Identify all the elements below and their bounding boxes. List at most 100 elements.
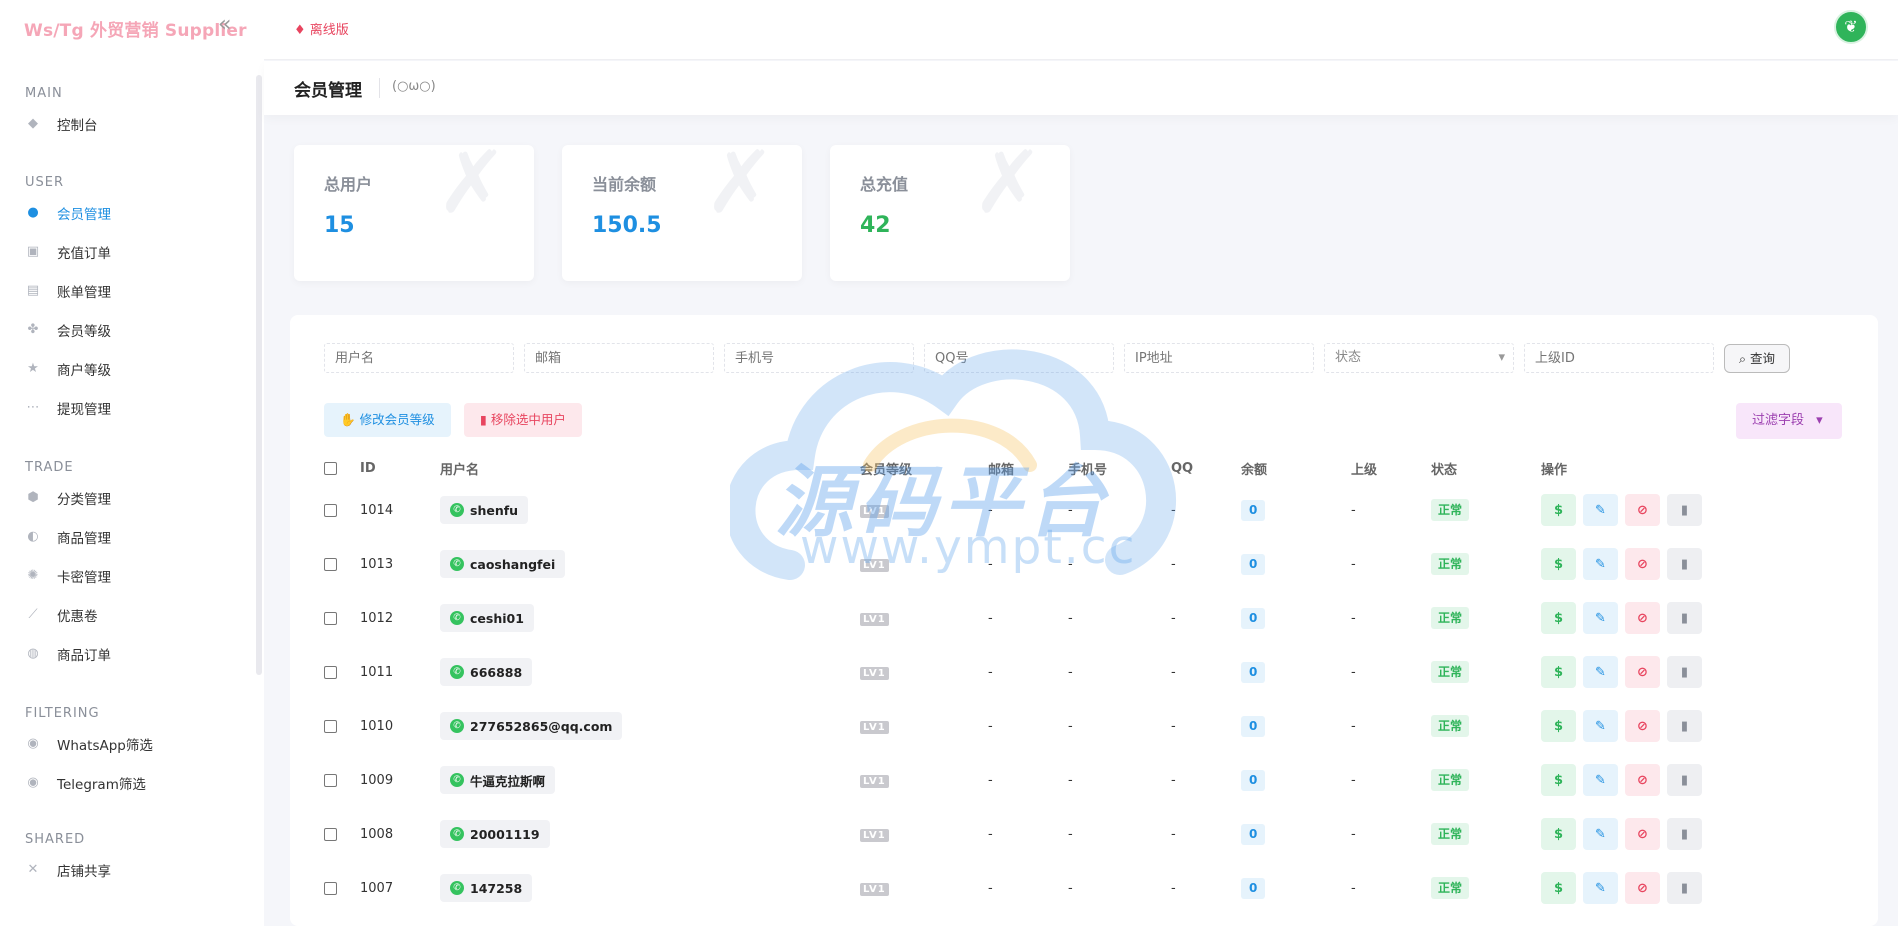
recharge-button[interactable]: $ <box>1541 494 1576 526</box>
sidebar-item-recharge-orders[interactable]: ▣ 充值订单 <box>0 232 256 271</box>
recharge-button[interactable]: $ <box>1541 872 1576 904</box>
row-checkbox[interactable] <box>324 773 337 787</box>
qq-filter-input[interactable] <box>924 343 1114 373</box>
sidebar-item-merchant-levels[interactable]: ★ 商户等级 <box>0 349 256 388</box>
status-badge[interactable]: 正常 <box>1431 499 1470 521</box>
sidebar-item-telegram-filter[interactable]: ◉ Telegram筛选 <box>0 763 256 802</box>
delete-user-button[interactable]: ▮ <box>1667 548 1702 580</box>
ban-user-button[interactable]: ⊘ <box>1625 548 1660 580</box>
balance-badge[interactable]: 0 <box>1241 553 1266 575</box>
sidebar-item-bills[interactable]: ▤ 账单管理 <box>0 271 256 310</box>
row-checkbox[interactable] <box>324 827 337 841</box>
sidebar-scrollbar[interactable] <box>256 75 262 675</box>
status-badge[interactable]: 正常 <box>1431 661 1470 683</box>
username-chip[interactable]: ✆ caoshangfei <box>440 550 566 578</box>
username-chip[interactable]: ✆ 277652865@qq.com <box>440 712 623 740</box>
edit-member-level-button[interactable]: ✋ 修改会员等级 <box>324 403 451 437</box>
phone-filter-input[interactable] <box>724 343 914 373</box>
column-header[interactable]: 手机号 <box>1068 453 1171 483</box>
email-filter-input[interactable] <box>524 343 714 373</box>
sidebar-item-dashboard[interactable]: ◆ 控制台 <box>0 104 256 143</box>
row-checkbox[interactable] <box>324 665 337 679</box>
sidebar-item-categories[interactable]: ⬢ 分类管理 <box>0 478 256 517</box>
delete-user-button[interactable]: ▮ <box>1667 602 1702 634</box>
delete-user-button[interactable]: ▮ <box>1667 872 1702 904</box>
recharge-button[interactable]: $ <box>1541 764 1576 796</box>
sidebar-item-shop-share[interactable]: ✕ 店铺共享 <box>0 850 256 889</box>
username-filter-input[interactable] <box>324 343 514 373</box>
sidebar-item-goods[interactable]: ◐ 商品管理 <box>0 517 256 556</box>
remove-selected-users-button[interactable]: ▮ 移除选中用户 <box>464 403 582 437</box>
username-chip[interactable]: ✆ 147258 <box>440 874 533 902</box>
edit-user-button[interactable]: ✎ <box>1583 656 1618 688</box>
status-badge[interactable]: 正常 <box>1431 607 1470 629</box>
column-header[interactable]: 用户名 <box>440 453 860 483</box>
username-chip[interactable]: ✆ shenfu <box>440 496 529 524</box>
username-chip[interactable]: ✆ 666888 <box>440 658 533 686</box>
balance-badge[interactable]: 0 <box>1241 823 1266 845</box>
collapse-sidebar-icon[interactable]: « <box>218 14 231 36</box>
edit-user-button[interactable]: ✎ <box>1583 818 1618 850</box>
select-all-checkbox[interactable] <box>324 461 337 475</box>
ban-user-button[interactable]: ⊘ <box>1625 656 1660 688</box>
ban-user-button[interactable]: ⊘ <box>1625 710 1660 742</box>
avatar[interactable]: ❦ <box>1834 10 1868 44</box>
status-badge[interactable]: 正常 <box>1431 553 1470 575</box>
sidebar-item-coupons[interactable]: ⟋ 优惠卷 <box>0 595 256 634</box>
sidebar-item-members[interactable]: ● 会员管理 <box>0 193 256 232</box>
status-badge[interactable]: 正常 <box>1431 769 1470 791</box>
ip-filter-input[interactable] <box>1124 343 1314 373</box>
sidebar-item-member-levels[interactable]: ✤ 会员等级 <box>0 310 256 349</box>
status-badge[interactable]: 正常 <box>1431 823 1470 845</box>
offline-badge[interactable]: ♦ 离线版 <box>294 19 349 38</box>
status-badge[interactable]: 正常 <box>1431 877 1470 899</box>
delete-user-button[interactable]: ▮ <box>1667 764 1702 796</box>
ban-user-button[interactable]: ⊘ <box>1625 872 1660 904</box>
ban-user-button[interactable]: ⊘ <box>1625 818 1660 850</box>
delete-user-button[interactable]: ▮ <box>1667 656 1702 688</box>
row-checkbox[interactable] <box>324 719 337 733</box>
query-button[interactable]: ⌕ 查询 <box>1724 344 1790 373</box>
balance-badge[interactable]: 0 <box>1241 877 1266 899</box>
balance-badge[interactable]: 0 <box>1241 715 1266 737</box>
edit-user-button[interactable]: ✎ <box>1583 602 1618 634</box>
sidebar-item-card-keys[interactable]: ✺ 卡密管理 <box>0 556 256 595</box>
sidebar-item-whatsapp-filter[interactable]: ◉ WhatsApp筛选 <box>0 724 256 763</box>
status-badge[interactable]: 正常 <box>1431 715 1470 737</box>
delete-user-button[interactable]: ▮ <box>1667 494 1702 526</box>
recharge-button[interactable]: $ <box>1541 818 1576 850</box>
sidebar-item-withdrawals[interactable]: ⋯ 提现管理 <box>0 388 256 427</box>
recharge-button[interactable]: $ <box>1541 656 1576 688</box>
row-checkbox[interactable] <box>324 557 337 571</box>
column-header[interactable]: 邮箱 <box>988 453 1068 483</box>
column-header[interactable]: 会员等级 <box>860 453 988 483</box>
filter-fields-dropdown[interactable]: 过滤字段 ▾ <box>1736 403 1842 439</box>
balance-badge[interactable]: 0 <box>1241 769 1266 791</box>
ban-user-button[interactable]: ⊘ <box>1625 764 1660 796</box>
column-header[interactable]: ID <box>360 453 440 483</box>
brand-logo[interactable]: Ws/Tg 外贸营销 Supplier <box>24 16 247 41</box>
edit-user-button[interactable]: ✎ <box>1583 872 1618 904</box>
parent-id-filter-input[interactable] <box>1524 343 1714 373</box>
column-header[interactable]: 上级 <box>1351 453 1431 483</box>
column-header[interactable]: QQ <box>1171 453 1241 483</box>
column-header[interactable]: 状态 <box>1431 453 1541 483</box>
edit-user-button[interactable]: ✎ <box>1583 494 1618 526</box>
balance-badge[interactable]: 0 <box>1241 499 1266 521</box>
username-chip[interactable]: ✆ 牛逼克拉斯啊 <box>440 766 556 794</box>
row-checkbox[interactable] <box>324 503 337 517</box>
column-header[interactable]: 余额 <box>1241 453 1351 483</box>
recharge-button[interactable]: $ <box>1541 602 1576 634</box>
sidebar-item-goods-orders[interactable]: ◍ 商品订单 <box>0 634 256 673</box>
edit-user-button[interactable]: ✎ <box>1583 764 1618 796</box>
row-checkbox[interactable] <box>324 881 337 895</box>
edit-user-button[interactable]: ✎ <box>1583 710 1618 742</box>
ban-user-button[interactable]: ⊘ <box>1625 494 1660 526</box>
recharge-button[interactable]: $ <box>1541 548 1576 580</box>
status-filter-select[interactable]: 状态 <box>1324 343 1514 373</box>
row-checkbox[interactable] <box>324 611 337 625</box>
ban-user-button[interactable]: ⊘ <box>1625 602 1660 634</box>
delete-user-button[interactable]: ▮ <box>1667 818 1702 850</box>
username-chip[interactable]: ✆ ceshi01 <box>440 604 534 632</box>
recharge-button[interactable]: $ <box>1541 710 1576 742</box>
